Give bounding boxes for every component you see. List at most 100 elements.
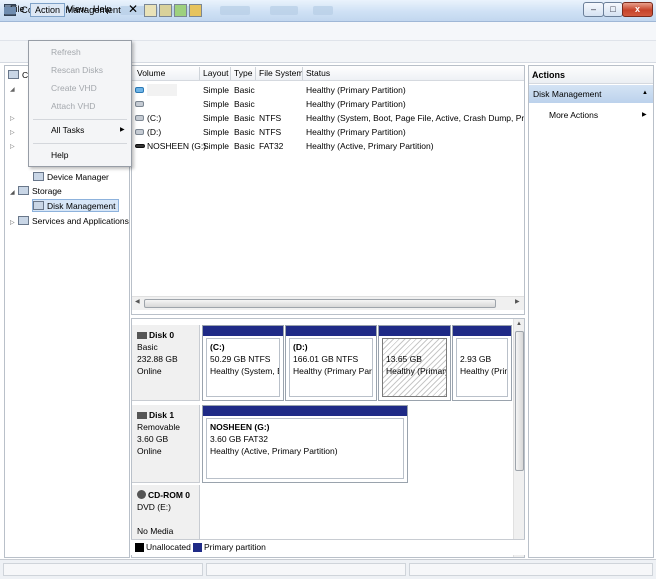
device-manager-icon xyxy=(33,172,44,181)
refresh-icon[interactable] xyxy=(189,4,202,17)
tree-item-disk-management[interactable]: Disk Management xyxy=(32,199,119,212)
rescan-icon[interactable] xyxy=(159,4,172,17)
volume-name: (D:) xyxy=(147,127,162,137)
submenu-arrow-icon[interactable]: ▶ xyxy=(642,111,647,118)
volume-type: Basic xyxy=(234,99,255,109)
services-icon xyxy=(18,216,29,225)
disk-1-label[interactable]: Disk 1 Removable 3.60 GB Online xyxy=(132,405,200,483)
scroll-left-icon[interactable]: ◀ xyxy=(135,298,140,305)
delete-icon[interactable]: ✕ xyxy=(128,3,141,16)
expand-arrow-icon[interactable]: ▷ xyxy=(10,115,15,122)
menu-help[interactable]: Help xyxy=(89,3,116,17)
menu-item-refresh[interactable]: Refresh xyxy=(51,47,81,57)
more-actions-link[interactable]: More Actions xyxy=(549,110,598,120)
scrollbar-thumb[interactable] xyxy=(144,299,496,308)
expand-arrow-icon[interactable]: ▷ xyxy=(10,129,15,136)
volume-file-system: FAT32 xyxy=(259,141,284,151)
volume-status: Healthy (Primary Partition) xyxy=(306,85,406,95)
legend: Unallocated Primary partition xyxy=(131,539,525,555)
status-segment xyxy=(3,563,203,576)
menu-view[interactable]: View xyxy=(63,3,90,17)
column-divider[interactable] xyxy=(199,67,200,80)
partition-nosheen[interactable]: NOSHEEN (G:) 3.60 GB FAT32 Healthy (Acti… xyxy=(202,405,408,483)
actions-header: Actions xyxy=(529,66,653,84)
minimize-button[interactable]: – xyxy=(583,2,604,17)
drive-icon xyxy=(135,115,144,121)
column-header-layout[interactable]: Layout xyxy=(203,68,229,78)
disk-state: Online xyxy=(137,366,162,376)
volume-status: Healthy (Primary Partition) xyxy=(306,99,406,109)
volume-row[interactable]: (C:) Simple Basic NTFS Healthy (System, … xyxy=(132,111,525,125)
volume-list[interactable]: Volume Layout Type File System Status Si… xyxy=(131,65,525,315)
expand-arrow-icon[interactable]: ▷ xyxy=(10,143,15,150)
collapse-up-icon[interactable]: ▲ xyxy=(642,90,648,96)
collapse-arrow-icon[interactable]: ◢ xyxy=(10,86,15,93)
volume-row[interactable]: Simple Basic Healthy (Primary Partition) xyxy=(132,83,524,97)
scrollbar-thumb[interactable] xyxy=(515,331,524,471)
expand-arrow-icon[interactable]: ▷ xyxy=(10,217,18,230)
tree-item-device-manager[interactable]: Device Manager xyxy=(33,171,109,184)
actions-section-disk-management[interactable]: Disk Management xyxy=(529,85,653,103)
volume-file-system: NTFS xyxy=(259,127,282,137)
disk-icon xyxy=(137,412,147,419)
column-divider[interactable] xyxy=(255,67,256,80)
column-header-file-system[interactable]: File System xyxy=(259,68,303,78)
disk-kind: Basic xyxy=(137,342,158,352)
partition-size: 3.60 GB FAT32 xyxy=(210,434,268,444)
partition-4[interactable]: 2.93 GB Healthy (Prima xyxy=(452,325,512,401)
cdrom-drive: DVD (E:) xyxy=(137,502,171,512)
column-header-status[interactable]: Status xyxy=(306,68,330,78)
disk-state: Online xyxy=(137,446,162,456)
menu-item-help[interactable]: Help xyxy=(51,150,68,160)
scroll-right-icon[interactable]: ▶ xyxy=(515,298,520,305)
collapse-arrow-icon[interactable]: ◢ xyxy=(10,187,18,200)
scroll-up-icon[interactable]: ▲ xyxy=(516,321,522,327)
maximize-button[interactable]: □ xyxy=(603,2,623,17)
disk-map[interactable]: Disk 0 Basic 232.88 GB Online (C:) 50.29… xyxy=(131,318,525,558)
disk-0-label[interactable]: Disk 0 Basic 232.88 GB Online xyxy=(132,325,200,401)
menu-action[interactable]: Action xyxy=(30,3,66,17)
blue-drive-icon xyxy=(135,87,144,93)
back-arrow-icon[interactable] xyxy=(4,7,16,14)
menu-item-create-vhd[interactable]: Create VHD xyxy=(51,83,97,93)
vertical-scrollbar[interactable]: ▲ ▼ xyxy=(513,319,524,557)
tree-item-services[interactable]: ▷ Services and Applications xyxy=(10,215,129,228)
column-header-type[interactable]: Type xyxy=(234,68,252,78)
disk-name: Disk 0 xyxy=(149,330,175,340)
menu-separator xyxy=(33,143,127,144)
properties-icon[interactable] xyxy=(144,4,157,17)
status-bar xyxy=(0,559,656,579)
volume-status: Healthy (System, Boot, Page File, Active… xyxy=(306,113,525,123)
status-segment xyxy=(409,563,653,576)
disk-icon xyxy=(137,332,147,339)
menu-item-rescan-disks[interactable]: Rescan Disks xyxy=(51,65,103,75)
partition-d[interactable]: (D:) 166.01 GB NTFS Healthy (Primary Par… xyxy=(285,325,377,401)
computer-icon xyxy=(8,70,19,79)
legend-primary-swatch xyxy=(193,543,202,552)
partition-size: 13.65 GB xyxy=(386,354,422,364)
tree-item-label: Services and Applications xyxy=(32,216,129,226)
close-button[interactable]: x xyxy=(622,2,653,17)
partition-bar xyxy=(203,326,283,336)
tree-item-storage[interactable]: ◢ Storage xyxy=(10,185,62,198)
column-divider[interactable] xyxy=(302,67,303,80)
column-divider[interactable] xyxy=(230,67,231,80)
volume-file-system: NTFS xyxy=(259,113,282,123)
column-header-volume[interactable]: Volume xyxy=(137,68,165,78)
title-tab-ghost xyxy=(313,6,333,15)
volume-row[interactable]: NOSHEEN (G:) Simple Basic FAT32 Healthy … xyxy=(132,139,524,153)
volume-row[interactable]: Simple Basic Healthy (Primary Partition) xyxy=(132,97,524,111)
volume-row[interactable]: (D:) Simple Basic NTFS Healthy (Primary … xyxy=(132,125,524,139)
storage-icon xyxy=(18,186,29,195)
menu-item-attach-vhd[interactable]: Attach VHD xyxy=(51,101,95,111)
partition-name: NOSHEEN (G:) xyxy=(210,422,270,432)
help-icon[interactable] xyxy=(174,4,187,17)
legend-unallocated-label: Unallocated xyxy=(146,542,191,552)
partition-size: 166.01 GB NTFS xyxy=(293,354,359,364)
partition-bar xyxy=(203,406,407,416)
horizontal-scrollbar[interactable]: ◀ ▶ xyxy=(132,296,524,310)
partition-recovery[interactable]: 13.65 GB Healthy (Primary I xyxy=(378,325,451,401)
partition-c[interactable]: (C:) 50.29 GB NTFS Healthy (System, Boo xyxy=(202,325,284,401)
menu-item-all-tasks[interactable]: All Tasks xyxy=(51,125,84,135)
tree-root[interactable]: C xyxy=(8,69,28,82)
